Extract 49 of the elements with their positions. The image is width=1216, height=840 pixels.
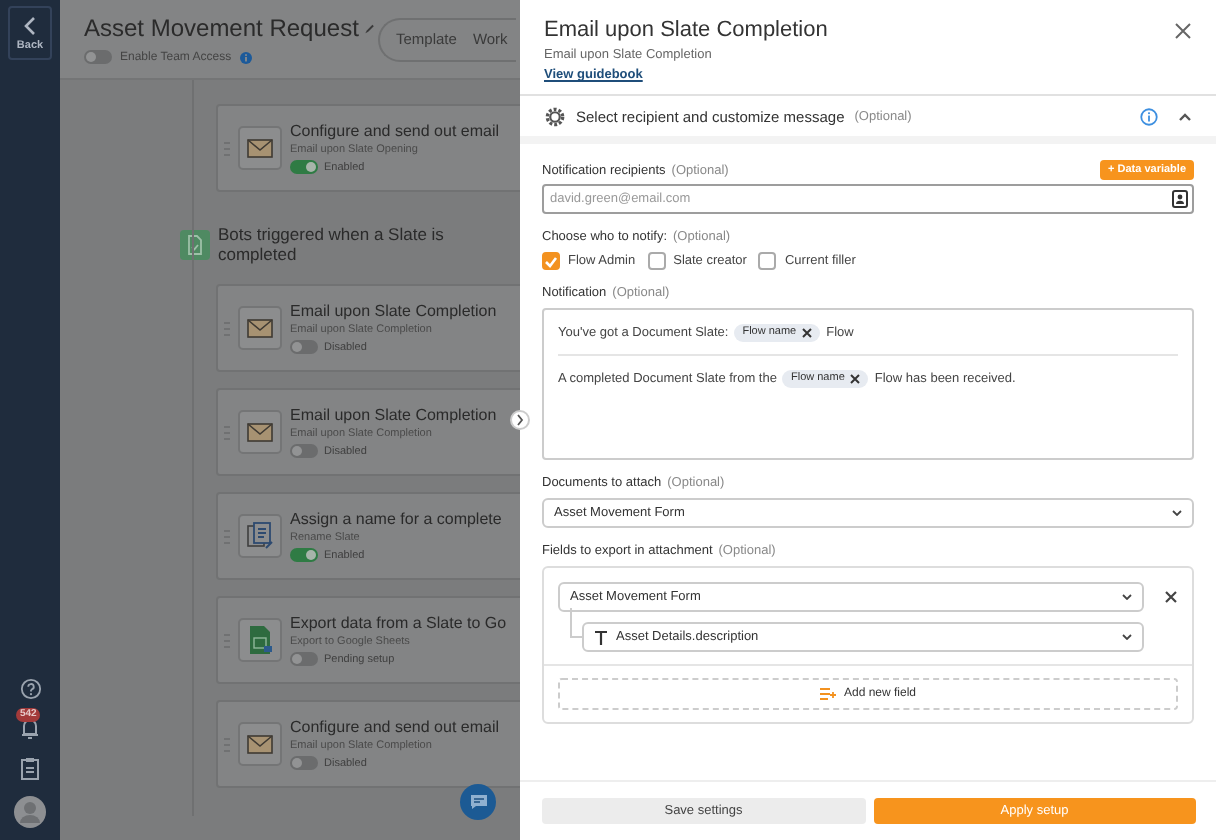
- checkbox[interactable]: [647, 252, 666, 270]
- spreadsheet-icon: [238, 618, 282, 662]
- bot-title: Email upon Slate Completion: [290, 406, 497, 424]
- envelope-icon: [238, 410, 282, 454]
- close-icon[interactable]: [1174, 21, 1192, 39]
- bot-toggle[interactable]: [290, 160, 318, 174]
- caret-icon: [1172, 510, 1182, 516]
- bot-toggle[interactable]: [290, 652, 318, 666]
- page-title: Asset Movement Request: [84, 14, 359, 42]
- bot-toggle[interactable]: [290, 548, 318, 562]
- chat-button[interactable]: [460, 784, 496, 820]
- remove-icon[interactable]: [850, 373, 861, 383]
- clipboard-icon[interactable]: [20, 756, 40, 780]
- remove-icon[interactable]: [802, 327, 813, 337]
- bot-toggle[interactable]: [290, 340, 318, 354]
- settings-icon: [544, 105, 566, 127]
- envelope-icon: [238, 722, 282, 766]
- back-chevron-icon: [22, 15, 38, 35]
- pencil-icon[interactable]: [364, 21, 376, 35]
- envelope-icon: [238, 306, 282, 350]
- section-heading: Bots triggered when a Slate is completed: [218, 224, 446, 264]
- info-icon: [239, 51, 252, 63]
- add-list-icon: [819, 688, 836, 700]
- contact-book-icon[interactable]: [1172, 190, 1188, 208]
- completed-document-icon: [180, 229, 210, 259]
- bot-title: Export data from a Slate to Go: [290, 614, 507, 632]
- close-icon[interactable]: [1164, 590, 1178, 604]
- text-field-icon: [594, 629, 608, 645]
- bot-title: Assign a name for a complete: [290, 510, 502, 528]
- bot-toggle[interactable]: [290, 756, 318, 770]
- envelope-icon: [238, 126, 282, 170]
- caret-icon[interactable]: [1178, 111, 1192, 121]
- bot-title: Configure and send out email: [290, 718, 500, 736]
- team-access-toggle[interactable]: [84, 50, 112, 64]
- bot-toggle[interactable]: [290, 444, 318, 458]
- caret-icon: [1122, 634, 1132, 640]
- panel-title: Email upon Slate Completion: [544, 18, 828, 42]
- checkbox[interactable]: [758, 252, 777, 270]
- caret-icon: [1122, 594, 1132, 600]
- avatar-icon[interactable]: [14, 796, 46, 828]
- bot-title: Email upon Slate Completion: [290, 302, 497, 320]
- bot-title: Configure and send out email: [290, 122, 500, 140]
- checkbox[interactable]: [542, 252, 560, 270]
- info-icon[interactable]: [1140, 107, 1158, 125]
- chat-icon: [469, 794, 487, 810]
- documents-icon: [238, 514, 282, 558]
- help-icon[interactable]: [19, 678, 41, 700]
- collapse-handle[interactable]: [510, 410, 530, 430]
- bell-icon[interactable]: [18, 716, 42, 740]
